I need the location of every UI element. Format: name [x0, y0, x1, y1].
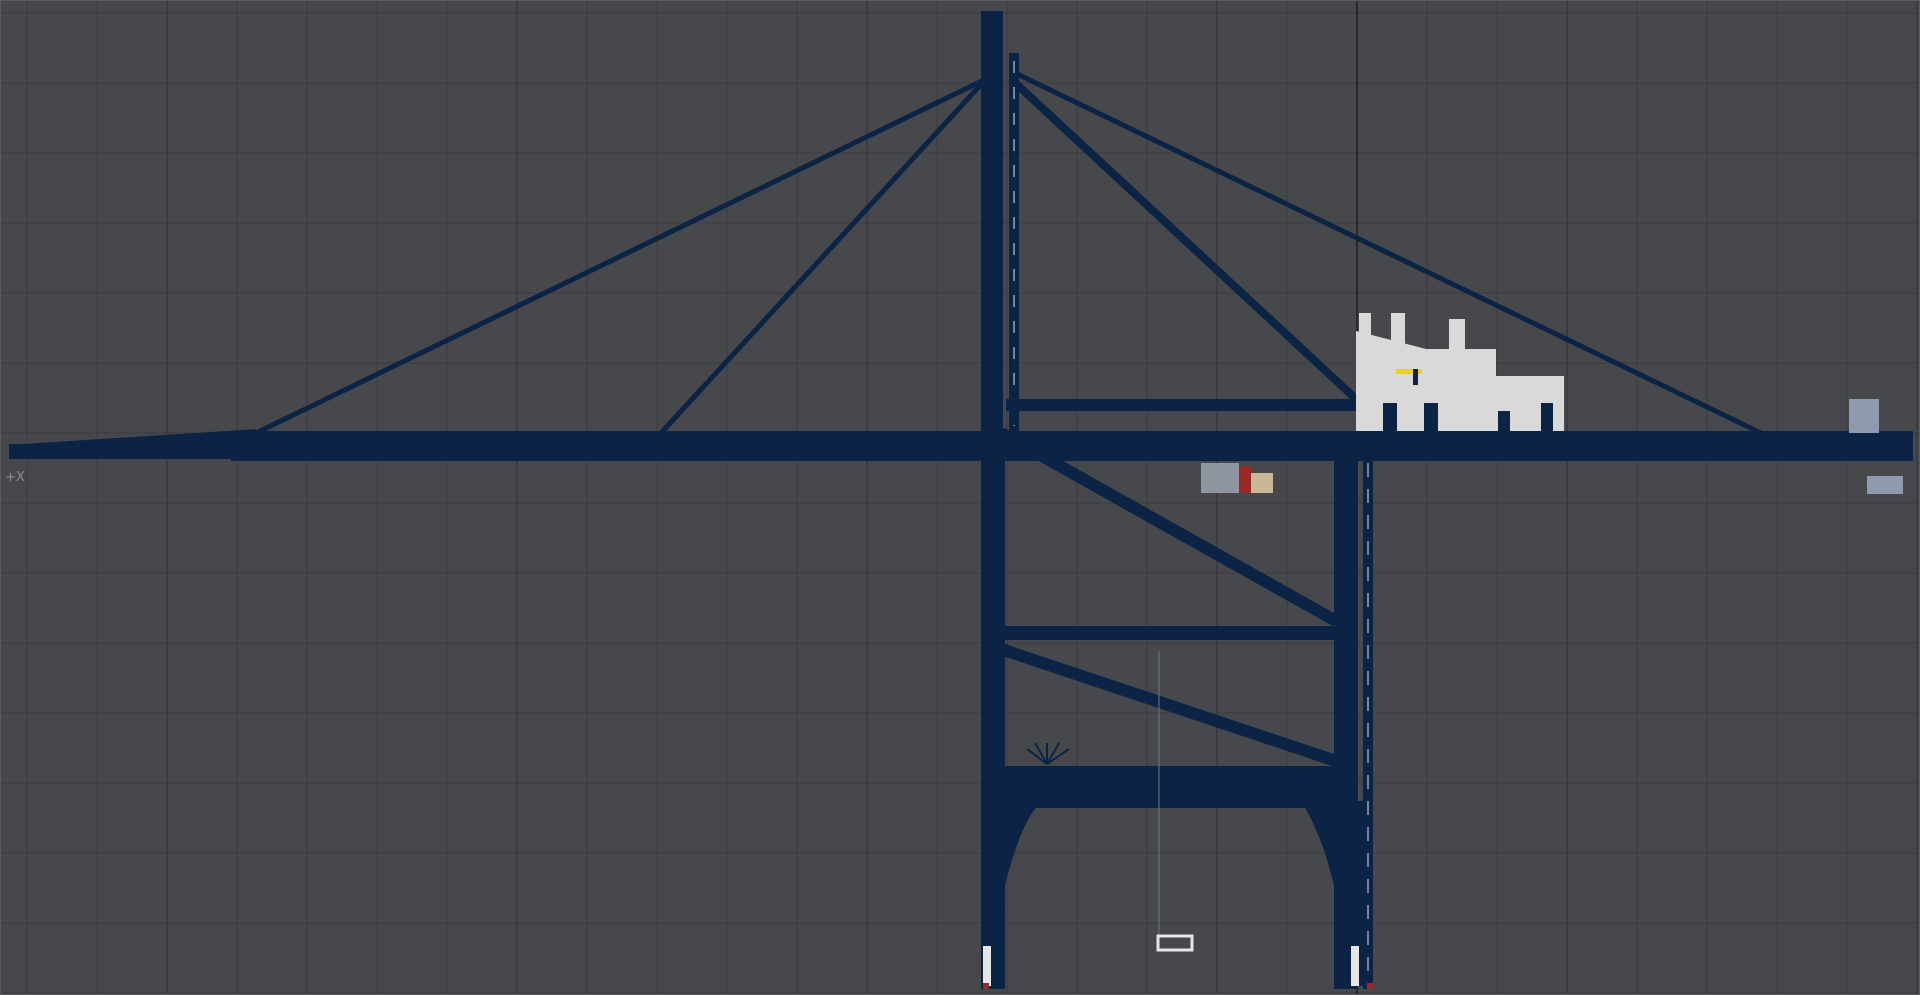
front-viewport[interactable]: +X [0, 0, 1920, 995]
machinery-house-window [1498, 411, 1510, 431]
viewport-axis-label: +X [5, 470, 25, 485]
boom-tip-equipment [1849, 399, 1879, 433]
machinery-house-marker [1396, 369, 1422, 374]
machinery-house-window [1541, 403, 1553, 431]
wheel-bogie-right [1351, 946, 1359, 986]
portal-beam-upper[interactable] [1001, 626, 1341, 640]
boom-tip-box [1867, 476, 1903, 494]
machinery-house-window [1424, 403, 1438, 431]
diagonal-brace-upper[interactable] [998, 427, 1339, 627]
container-crane[interactable] [8, 11, 1914, 989]
a-frame-mast[interactable] [981, 11, 1003, 431]
forestay-left-outer[interactable] [254, 76, 988, 436]
diagonal-brace-lower[interactable] [999, 643, 1338, 767]
wheel-marker-right [1367, 983, 1373, 989]
wheel-bogie-left [983, 946, 991, 986]
cable-reel [1026, 742, 1070, 765]
portal-beam-lower[interactable] [1001, 766, 1341, 808]
machinery-house-marker-post [1413, 369, 1418, 385]
crane-scene[interactable] [1, 1, 1920, 995]
trolley-girder[interactable] [1006, 399, 1361, 411]
viewport-grid [1, 1, 1919, 994]
forestay-right-inner[interactable] [1008, 76, 1359, 402]
machinery-house[interactable] [1356, 313, 1564, 431]
operator-cab[interactable] [1201, 463, 1273, 493]
machinery-house-window [1383, 403, 1397, 431]
wheel-marker-left [983, 983, 989, 989]
